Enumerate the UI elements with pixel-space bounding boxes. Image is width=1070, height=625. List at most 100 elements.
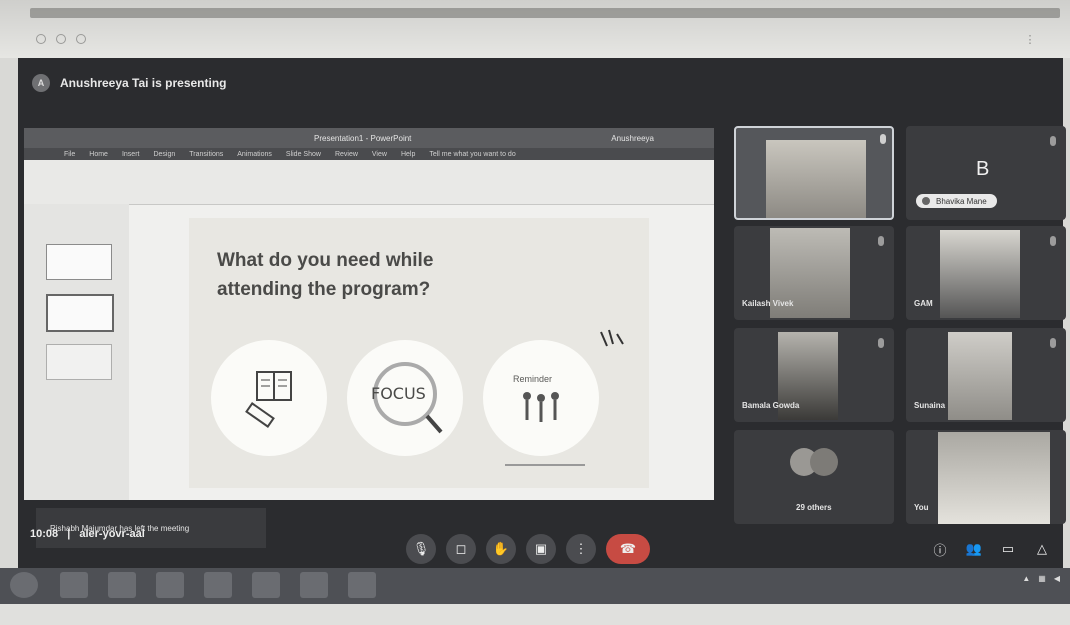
meeting-code: aler-yovr-aal [79, 528, 145, 540]
windows-taskbar: ▲ ▦ ◀ [0, 568, 1070, 604]
ribbon-tab[interactable]: Design [153, 151, 175, 158]
taskbar-app-icon[interactable] [204, 572, 232, 598]
mic-muted-icon [878, 338, 884, 348]
meeting-controls-bar: 10:08 | aler-yovr-aal 🎙 ◻ ✋ ▣ ⋮ ☎ ⓘ 👥 ▭ … [18, 520, 1063, 568]
mic-muted-icon [1050, 338, 1056, 348]
ribbon-tab[interactable]: Review [335, 151, 358, 158]
end-call-icon[interactable]: ☎ [606, 534, 650, 564]
participant-tile[interactable]: Kailash Vivek [734, 226, 894, 320]
ppt-ribbon-tabs: File Home Insert Design Transitions Anim… [24, 148, 714, 160]
ppt-account: Anushreeya [611, 133, 654, 143]
shared-screen: Presentation1 - PowerPoint Anushreeya Fi… [24, 128, 714, 548]
mic-muted-icon [1050, 236, 1056, 246]
focus-circle: FOCUS [347, 340, 463, 456]
participant-name: Kailash Vivek [742, 299, 794, 308]
ppt-titlebar: Presentation1 - PowerPoint Anushreeya [24, 128, 714, 148]
slide-thumbnail[interactable] [46, 344, 112, 380]
more-icon[interactable]: ⋮ [566, 534, 596, 564]
participant-tile-others[interactable]: 29 others [734, 430, 894, 524]
presenter-banner: A Anushreeya Tai is presenting [32, 68, 227, 98]
participant-name: Sunaina [914, 401, 946, 410]
back-icon[interactable] [36, 34, 46, 44]
taskbar-app-icon[interactable] [252, 572, 280, 598]
participant-name: You [914, 503, 929, 512]
ppt-search[interactable]: Tell me what you want to do [429, 151, 515, 158]
system-tray: ▲ ▦ ◀ [1022, 574, 1060, 583]
ribbon-tab[interactable]: Help [401, 151, 415, 158]
participant-name: GAM [914, 299, 933, 308]
taskbar-app-icon[interactable] [156, 572, 184, 598]
browser-tabstrip[interactable] [30, 8, 1060, 18]
refresh-icon[interactable] [76, 34, 86, 44]
taskbar-app-icon[interactable] [348, 572, 376, 598]
ribbon-tab[interactable]: Slide Show [286, 151, 321, 158]
others-avatar [810, 448, 838, 476]
address-bar[interactable]: ⋮ [36, 30, 1036, 48]
chat-icon[interactable]: ▭ [999, 540, 1017, 558]
ribbon-tab[interactable]: Insert [122, 151, 140, 158]
participant-tile[interactable]: Sunaina [906, 328, 1066, 422]
tray-icon[interactable]: ▲ [1022, 574, 1030, 583]
ppt-window-title: Presentation1 - PowerPoint [314, 133, 412, 143]
ribbon-tab[interactable]: View [372, 151, 387, 158]
taskbar-app-icon[interactable] [108, 572, 136, 598]
presenter-avatar: A [32, 74, 50, 92]
notebook-circle [211, 340, 327, 456]
page-bottom-edge [0, 604, 1070, 625]
camera-icon[interactable]: ◻ [446, 534, 476, 564]
participant-initial: B [976, 158, 990, 180]
meeting-time: 10:08 [30, 528, 59, 540]
ribbon-tab[interactable]: File [64, 151, 75, 158]
people-icon[interactable]: 👥 [965, 540, 983, 558]
notebook-pen-icon [245, 371, 292, 428]
browser-chrome: ⋮ [0, 0, 1070, 58]
ribbon-tab[interactable]: Animations [237, 151, 272, 158]
participant-tile[interactable]: Bamala Gowda [734, 328, 894, 422]
volume-icon[interactable]: ◀ [1054, 574, 1060, 583]
participant-video [766, 140, 866, 218]
slide-thumbnails [24, 204, 129, 500]
ribbon-tab[interactable]: Home [89, 151, 108, 158]
side-controls: ⓘ 👥 ▭ △ [931, 540, 1051, 558]
people-illustration-icon [523, 392, 559, 422]
participant-tile[interactable]: B Bhavika Mane [906, 126, 1066, 220]
participant-tile[interactable]: GAM [906, 226, 1066, 320]
slide-thumbnail[interactable] [46, 294, 114, 332]
meeting-time-and-code: 10:08 | aler-yovr-aal [30, 528, 145, 540]
network-icon[interactable]: ▦ [1038, 574, 1046, 583]
activities-icon[interactable]: △ [1033, 540, 1051, 558]
browser-menu-icon[interactable]: ⋮ [1025, 33, 1037, 46]
participant-video [948, 332, 1012, 420]
slide-title-line: attending the program? [217, 279, 431, 301]
mic-muted-icon [1050, 136, 1056, 146]
sparkle-icon [600, 329, 624, 347]
start-icon[interactable] [10, 572, 38, 598]
info-icon[interactable]: ⓘ [931, 540, 949, 558]
taskbar-app-icon[interactable] [60, 572, 88, 598]
participant-video [940, 230, 1020, 318]
raise-hand-icon[interactable]: ✋ [486, 534, 516, 564]
presenter-text: Anushreeya Tai is presenting [60, 76, 227, 90]
ribbon-tab[interactable]: Transitions [189, 151, 223, 158]
participant-tile-self[interactable]: You [906, 430, 1066, 524]
participant-name: Bamala Gowda [742, 401, 800, 410]
mic-muted-icon [878, 236, 884, 246]
slide-title: What do you need while attending the pro… [217, 246, 433, 305]
meet-window: A Anushreeya Tai is presenting Presentat… [18, 58, 1066, 568]
slide-caption [505, 464, 585, 466]
others-count: 29 others [796, 503, 832, 512]
slide-title-line: What do you need while [217, 250, 434, 271]
forward-icon[interactable] [56, 34, 66, 44]
ppt-ribbon [24, 160, 714, 205]
participant-tile[interactable] [734, 126, 894, 220]
focus-label: FOCUS [371, 384, 426, 403]
participant-name-pill: Bhavika Mane [916, 194, 997, 208]
separator: | [67, 528, 71, 540]
slide-thumbnail[interactable] [46, 244, 112, 280]
taskbar-app-icon[interactable] [300, 572, 328, 598]
present-icon[interactable]: ▣ [526, 534, 556, 564]
reminder-circle: Reminder [483, 340, 599, 456]
mic-icon[interactable]: 🎙 [406, 534, 436, 564]
call-controls: 🎙 ◻ ✋ ▣ ⋮ ☎ [406, 534, 650, 564]
mic-icon [880, 134, 886, 144]
